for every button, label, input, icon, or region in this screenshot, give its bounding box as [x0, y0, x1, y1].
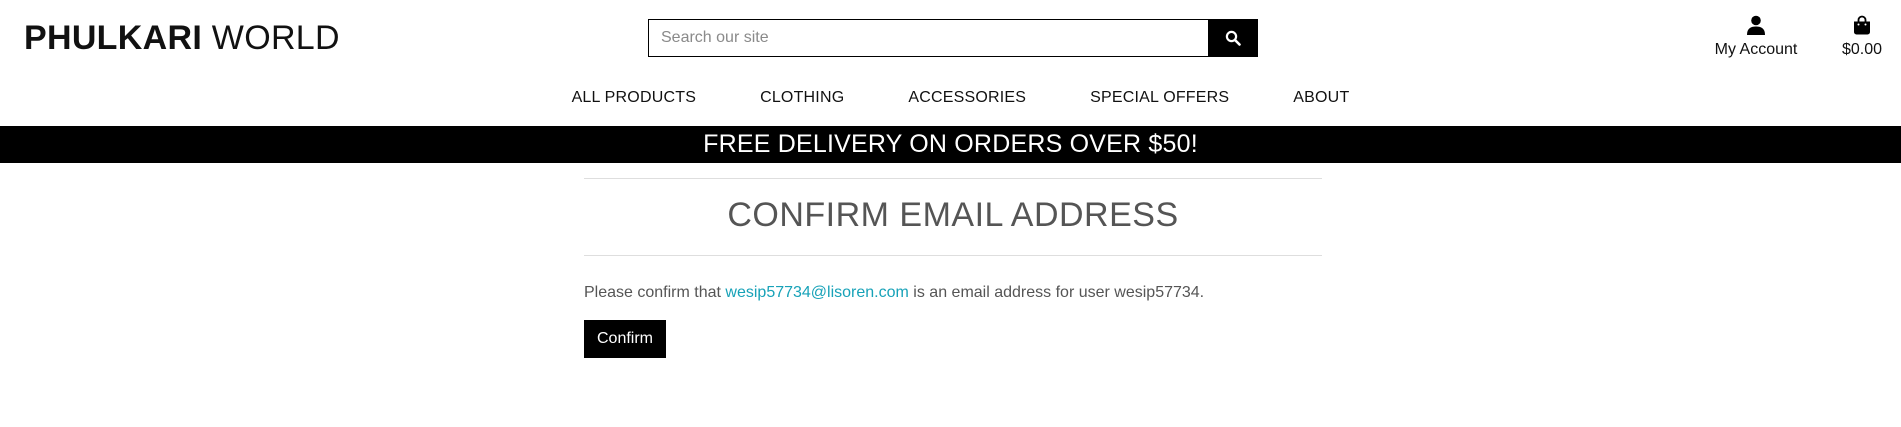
site-header: PHULKARI WORLD My Account — [0, 0, 1901, 126]
main-nav: ALL PRODUCTS CLOTHING ACCESSORIES SPECIA… — [0, 86, 1901, 110]
email-link[interactable]: wesip57734@lisoren.com — [725, 284, 908, 301]
message-suffix: is an email address for user wesip57734. — [908, 284, 1205, 301]
search-input[interactable] — [648, 19, 1208, 57]
message-prefix: Please confirm that — [584, 284, 726, 301]
delivery-banner: FREE DELIVERY ON ORDERS OVER $50! — [0, 126, 1901, 163]
shopping-bag-icon — [1854, 15, 1870, 35]
confirm-message: Please confirm that wesip57734@lisoren.c… — [584, 282, 1322, 304]
site-logo[interactable]: PHULKARI WORLD — [24, 18, 340, 58]
search-icon — [1225, 30, 1241, 46]
page-title: CONFIRM EMAIL ADDRESS — [727, 196, 1179, 234]
main-content: CONFIRM EMAIL ADDRESS Please confirm tha… — [584, 178, 1322, 358]
my-account-link[interactable]: My Account — [1708, 14, 1804, 60]
logo-light-text: WORLD — [202, 19, 340, 57]
my-account-label: My Account — [1714, 41, 1798, 58]
search-form — [648, 19, 1258, 57]
nav-item-accessories[interactable]: ACCESSORIES — [908, 86, 1026, 110]
nav-item-all-products[interactable]: ALL PRODUCTS — [572, 86, 697, 110]
bag-total: $0.00 — [1841, 41, 1883, 58]
search-button[interactable] — [1208, 19, 1258, 57]
nav-item-about[interactable]: ABOUT — [1293, 86, 1349, 110]
nav-item-special-offers[interactable]: SPECIAL OFFERS — [1090, 86, 1229, 110]
divider-bottom — [584, 255, 1322, 256]
nav-item-clothing[interactable]: CLOTHING — [760, 86, 844, 110]
divider-top — [584, 178, 1322, 179]
logo-bold-text: PHULKARI — [24, 19, 203, 57]
user-icon — [1747, 15, 1765, 35]
confirm-button[interactable]: Confirm — [584, 320, 667, 358]
shopping-bag-link[interactable]: $0.00 — [1832, 14, 1892, 60]
